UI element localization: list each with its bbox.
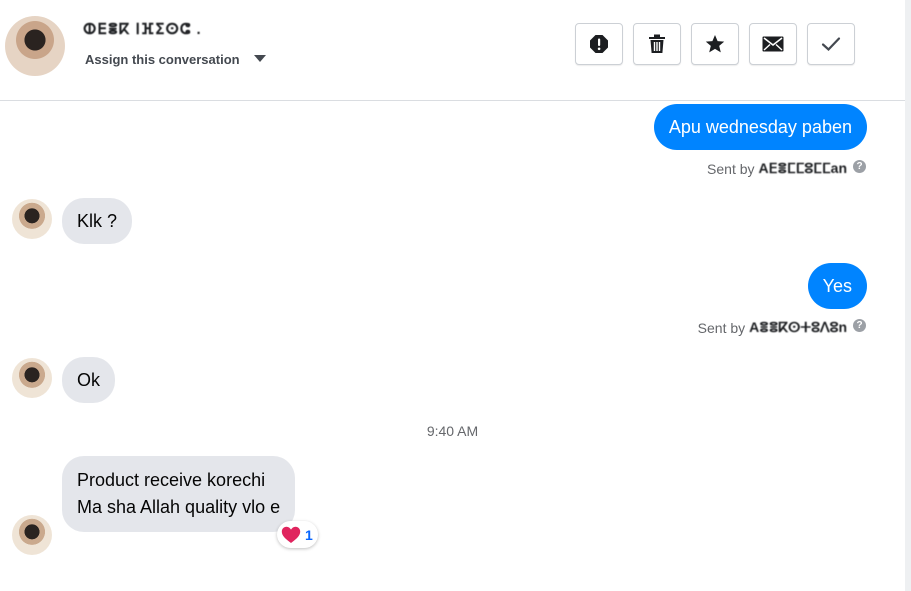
sent-by-info: Sent by Aⴹⴻⵎⵎⵓⵎⵎan: [707, 160, 847, 177]
reaction-count: 1: [305, 526, 313, 543]
sent-by-label: Sent by: [697, 319, 746, 336]
contact-name[interactable]: ⵀⴹⴻⴽ ⵏⴼⵉⵙⵛ .: [83, 20, 202, 38]
message-timestamp: 9:40 AM: [426, 423, 479, 439]
star-icon: [705, 35, 725, 53]
star-button[interactable]: [691, 23, 739, 65]
outgoing-message-bubble[interactable]: Yes: [807, 263, 867, 309]
caret-down-icon: [253, 55, 266, 62]
mark-spam-button[interactable]: [575, 23, 623, 65]
scrollbar-track[interactable]: [905, 0, 911, 591]
mark-done-button[interactable]: [807, 23, 855, 65]
help-icon[interactable]: ?: [853, 319, 866, 332]
trash-icon: [649, 34, 665, 53]
message-line: Ma sha Allah quality vlo e: [77, 497, 281, 517]
contact-avatar[interactable]: [5, 16, 65, 76]
sent-by-info: Sent by Aⴻⴻⴽⵙⵜⵓⴷⵓn: [698, 319, 847, 336]
report-icon: [590, 35, 608, 53]
sender-name: Aⴹⴻⵎⵎⵓⵎⵎan: [758, 160, 847, 176]
incoming-message-bubble[interactable]: Klk ?: [62, 198, 133, 244]
heart-icon: [281, 526, 301, 543]
assign-conversation-dropdown[interactable]: Assign this conversation: [85, 52, 266, 67]
message-reaction[interactable]: 1: [277, 521, 318, 548]
mark-unread-button[interactable]: [749, 23, 797, 65]
conversation-header: ⵀⴹⴻⴽ ⵏⴼⵉⵙⵛ . Assign this conversation: [0, 0, 905, 101]
check-icon: [821, 37, 841, 52]
sender-name: Aⴻⴻⴽⵙⵜⵓⴷⵓn: [749, 319, 847, 335]
delete-button[interactable]: [633, 23, 681, 65]
contact-avatar-small: [12, 515, 52, 555]
contact-avatar-small: [12, 199, 52, 239]
sent-by-label: Sent by: [707, 160, 755, 177]
help-icon[interactable]: ?: [853, 160, 866, 173]
incoming-message-bubble[interactable]: Product receive korechi Ma sha Allah qua…: [62, 456, 296, 532]
outgoing-message-bubble[interactable]: Apu wednesday paben: [653, 104, 867, 150]
contact-avatar-small: [12, 358, 52, 398]
message-line: Product receive korechi: [77, 470, 266, 490]
conversation-toolbar: [575, 23, 855, 65]
incoming-message-bubble[interactable]: Ok: [62, 357, 116, 403]
assign-conversation-label: Assign this conversation: [85, 52, 240, 67]
envelope-icon: [762, 36, 784, 52]
